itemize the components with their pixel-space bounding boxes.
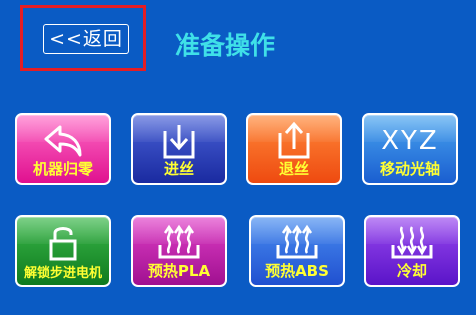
preheat-pla-label: 预热PLA — [147, 262, 211, 280]
preheat-abs-button[interactable]: 预热ABS — [249, 215, 345, 287]
heat-up-icon — [133, 221, 225, 265]
page-title: 准备操作 — [175, 31, 276, 60]
move-axis-button[interactable]: XYZ 移动光轴 — [362, 113, 458, 185]
cool-down-button[interactable]: 冷却 — [364, 215, 460, 287]
xyz-text-icon: XYZ — [381, 126, 439, 156]
unlock-motors-button[interactable]: 解锁步进电机 — [15, 215, 111, 287]
move-axis-label: 移动光轴 — [379, 160, 440, 178]
cool-down-label: 冷却 — [396, 262, 427, 280]
heat-up-icon — [251, 221, 343, 265]
home-button[interactable]: 机器归零 — [15, 113, 111, 185]
preheat-pla-button[interactable]: 预热PLA — [131, 215, 227, 287]
preheat-abs-label: 预热ABS — [265, 262, 329, 280]
unlock-padlock-icon — [17, 221, 109, 265]
cool-down-icon — [366, 221, 458, 265]
unlock-motors-label: 解锁步进电机 — [23, 266, 102, 281]
upload-tray-icon — [248, 119, 340, 163]
return-arrow-icon — [17, 119, 109, 163]
download-tray-icon — [133, 119, 225, 163]
load-filament-button[interactable]: 进丝 — [131, 113, 227, 185]
unload-filament-label: 退丝 — [278, 160, 309, 178]
unload-filament-button[interactable]: 退丝 — [246, 113, 342, 185]
load-filament-label: 进丝 — [163, 160, 194, 178]
back-button[interactable]: <<返回 — [43, 24, 129, 54]
home-button-label: 机器归零 — [32, 160, 93, 178]
